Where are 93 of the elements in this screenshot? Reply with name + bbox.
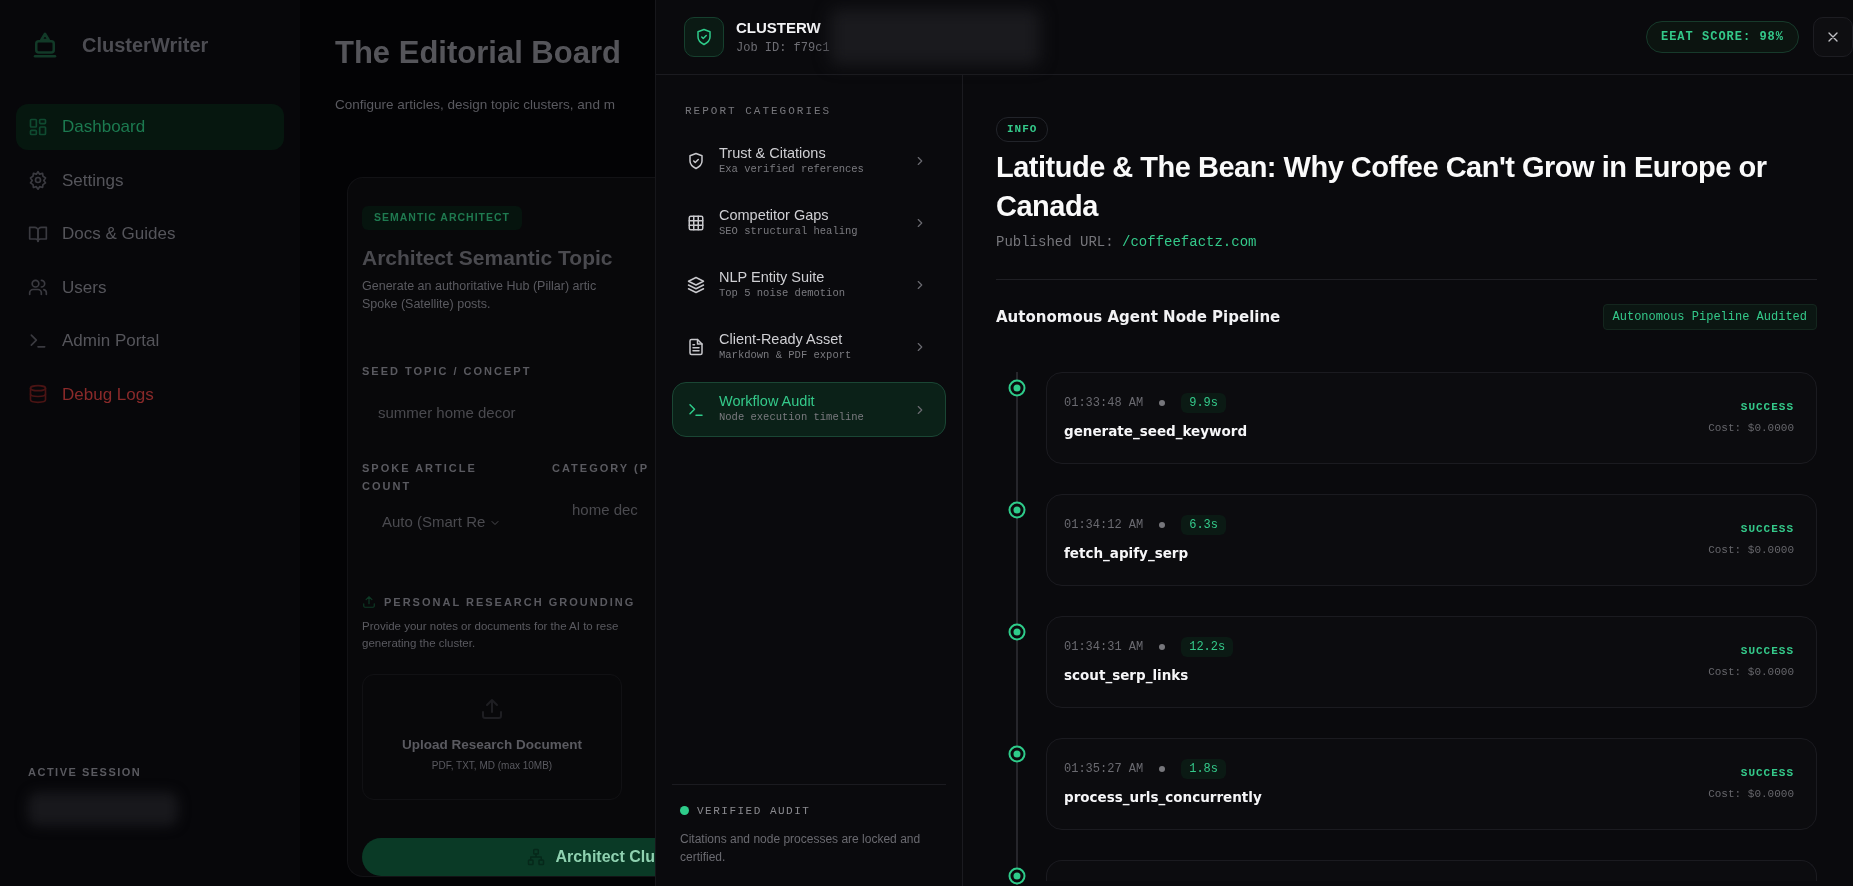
timeline-node-icon xyxy=(1008,378,1026,397)
upload-icon xyxy=(480,696,504,721)
sidebar-item[interactable]: Debug Logs xyxy=(16,371,284,417)
research-description: Provide your notes or documents for the AI to rese generating the cluster. xyxy=(362,619,620,652)
category-item[interactable]: Workflow Audit Node execution timeline xyxy=(672,382,946,438)
separator-dot xyxy=(1159,521,1166,528)
node-time: 01:34:31 AM xyxy=(1064,638,1144,656)
section-tag: SEMANTIC ARCHITECT xyxy=(362,205,523,230)
category-item[interactable]: NLP Entity Suite Top 5 noise demotion xyxy=(672,257,946,313)
category-title: Client-Ready Asset xyxy=(719,330,844,349)
card-title: Architect Semantic Topic xyxy=(362,244,614,271)
count-select[interactable]: Auto (Smart Re xyxy=(382,511,552,534)
gear-icon xyxy=(28,170,48,191)
score-badge: EEAT SCORE: 98% xyxy=(1645,21,1799,53)
node-cost: Cost: $0.0000 xyxy=(1708,543,1794,559)
grid-icon xyxy=(687,214,705,233)
separator-dot xyxy=(1159,643,1166,650)
section-title: Autonomous Agent Node Pipeline xyxy=(996,306,1281,328)
category-title: NLP Entity Suite xyxy=(719,268,826,287)
node-name: generate_seed_keyword xyxy=(1064,421,1248,442)
node-name: scout_serp_links xyxy=(1064,665,1190,686)
sidebar-item[interactable]: Docs & Guides xyxy=(16,211,284,257)
field-label: CATEGORY (P xyxy=(552,461,649,477)
node-status: SUCCESS xyxy=(1739,765,1794,781)
layers-icon xyxy=(687,276,705,295)
article-title: Latitude & The Bean: Why Coffee Can't Grow in Europe or Canada xyxy=(996,149,1768,224)
sidebar-item[interactable]: Users xyxy=(16,264,284,310)
shield-check-icon xyxy=(687,152,705,171)
card-description: Generate an authoritative Hub (Pillar) artic Spoke (Satellite) posts. xyxy=(362,278,598,314)
duration-badge: 12.2s xyxy=(1181,636,1234,657)
category-subtitle: Markdown & PDF export xyxy=(719,348,853,364)
section-heading: REPORT CATEGORIES xyxy=(684,104,833,119)
node-status: SUCCESS xyxy=(1739,521,1794,537)
upload-title: Upload Research Document xyxy=(401,735,582,754)
category-subtitle: Exa verified references xyxy=(719,161,865,177)
category-field[interactable]: home dec xyxy=(572,498,649,522)
url-label: Published URL: xyxy=(996,233,1114,250)
status-label: VERIFIED AUDIT xyxy=(697,803,811,819)
close-button[interactable] xyxy=(1813,17,1853,57)
app-logo-text: ClusterWriter xyxy=(82,33,209,58)
node-status: SUCCESS xyxy=(1739,399,1794,415)
audit-badge: Autonomous Pipeline Audited xyxy=(1602,303,1817,330)
node-name: fetch_apify_serp xyxy=(1064,543,1190,564)
timeline-node-icon xyxy=(1008,744,1026,763)
timeline-node-icon xyxy=(1008,622,1026,641)
timeline-node-icon xyxy=(1008,500,1026,519)
topic-field[interactable]: summer home decor xyxy=(378,401,655,425)
document-icon xyxy=(687,338,705,357)
category-title: Trust & Citations xyxy=(719,144,827,162)
status-description: Citations and node processes are locked and certified. xyxy=(680,831,922,866)
database-icon xyxy=(28,384,48,405)
info-badge: INFO xyxy=(996,117,1049,142)
sidebar-item[interactable]: Admin Portal xyxy=(16,318,284,364)
node-time: 01:34:12 AM xyxy=(1064,516,1144,534)
category-subtitle: Node execution timeline xyxy=(719,410,865,426)
category-subtitle: Top 5 noise demotion xyxy=(719,286,847,302)
section-label: PERSONAL RESEARCH GROUNDING xyxy=(384,594,636,610)
url-link[interactable]: /coffeefactz.com xyxy=(1122,233,1257,250)
category-subtitle: SEO structural healing xyxy=(719,224,859,240)
shield-check-icon xyxy=(695,28,713,46)
category-item[interactable]: Client-Ready Asset Markdown & PDF export xyxy=(672,319,946,376)
sidebar-item[interactable]: Settings xyxy=(16,157,284,203)
upload-icon xyxy=(362,595,376,610)
node-cost: Cost: $0.0000 xyxy=(1708,787,1794,803)
separator-dot xyxy=(1159,399,1166,406)
field-label: SPOKE ARTICLE COUNT xyxy=(362,461,478,494)
dashboard-icon xyxy=(28,116,48,137)
node-cost: Cost: $0.0000 xyxy=(1708,665,1794,681)
node-time: 01:35:27 AM xyxy=(1064,760,1144,778)
node-name: process_urls_concurrently xyxy=(1064,787,1262,808)
job-id: Job ID: f79c1 xyxy=(736,40,830,58)
category-item[interactable]: Trust & Citations Exa verified references xyxy=(672,133,946,189)
duration-badge: 6.3s xyxy=(1181,514,1227,535)
upload-hint: PDF, TXT, MD (max 10MB) xyxy=(431,759,553,774)
upload-dropzone[interactable]: Upload Research Document PDF, TXT, MD (max 10MB) xyxy=(362,673,622,801)
category-title: Workflow Audit xyxy=(719,393,816,411)
field-label: SEED TOPIC / CONCEPT xyxy=(362,364,533,380)
submit-button[interactable]: Architect Clu xyxy=(362,838,655,877)
duration-badge: 9.9s xyxy=(1181,392,1227,413)
sidebar-item[interactable]: Dashboard xyxy=(16,104,284,150)
page-title: The Editorial Board xyxy=(335,34,622,72)
separator-dot xyxy=(1159,765,1166,772)
category-item[interactable]: Competitor Gaps SEO structural healing xyxy=(672,195,946,251)
users-icon xyxy=(28,277,48,298)
modal-title: CLUSTERW xyxy=(736,17,822,38)
node-time: 01:33:48 AM xyxy=(1064,394,1144,412)
node-cost: Cost: $0.0000 xyxy=(1708,421,1794,437)
duration-badge: 1.8s xyxy=(1181,758,1227,779)
status-dot xyxy=(680,806,689,816)
category-title: Competitor Gaps xyxy=(719,206,830,225)
node-status: SUCCESS xyxy=(1739,643,1794,659)
page-subtitle: Configure articles, design topic clusters, and m xyxy=(335,95,616,114)
session-label: ACTIVE SESSION xyxy=(28,764,143,780)
